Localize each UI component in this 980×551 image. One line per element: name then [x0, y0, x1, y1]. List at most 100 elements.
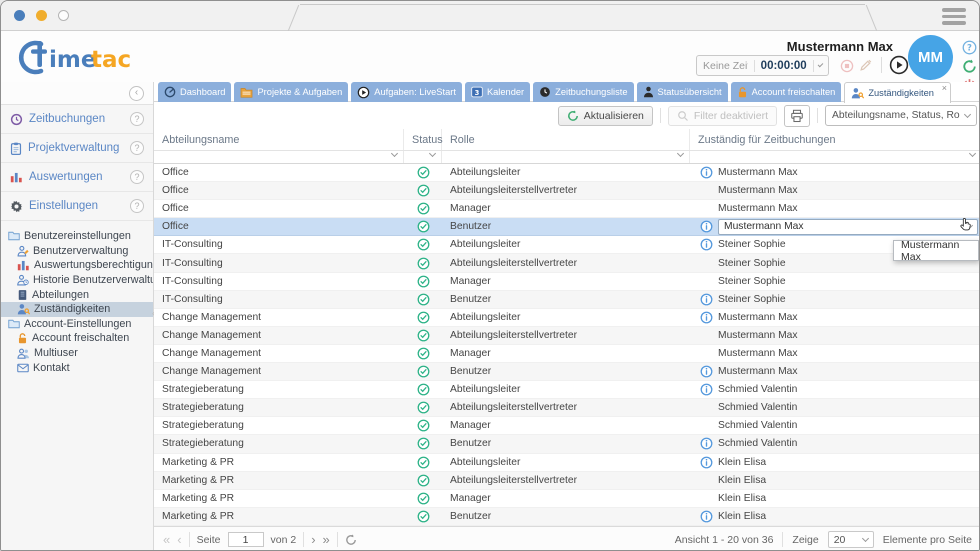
tree-item-auswertungsberechtigungen[interactable]: Auswertungsberechtigungen: [1, 258, 153, 273]
status-ok-icon: [417, 437, 430, 450]
refresh-button[interactable]: Aktualisieren: [558, 106, 653, 126]
responsible-dropdown-option[interactable]: Mustermann Max: [893, 240, 979, 261]
cell-rolle: Manager: [442, 420, 690, 431]
table-row[interactable]: StrategieberatungAbteilungsleiterSchmied…: [154, 381, 980, 399]
help-badge-icon[interactable]: ?: [130, 170, 144, 184]
column-header-zustaendig[interactable]: Zuständig für Zeitbuchungen: [690, 129, 980, 150]
tree-item-multiuser[interactable]: Multiuser: [1, 346, 153, 361]
page-size-select[interactable]: 20: [828, 531, 874, 548]
chevron-down-icon[interactable]: [818, 61, 824, 67]
cell-status: [404, 347, 442, 360]
filter-abteilungsname[interactable]: [154, 151, 404, 163]
browser-chrome: [1, 1, 979, 31]
table-row[interactable]: Change ManagementBenutzerMustermann Max: [154, 363, 980, 381]
table-row[interactable]: OfficeAbteilungsleiterMustermann Max: [154, 164, 980, 182]
cell-status: [404, 419, 442, 432]
cell-abteilungsname: Strategieberatung: [154, 402, 404, 413]
tree-item-historie-benutzerverwaltung[interactable]: Historie Benutzerverwaltung: [1, 273, 153, 288]
avatar[interactable]: MM: [908, 35, 953, 80]
column-search-combobox[interactable]: Abteilungsname, Status, Ro: [825, 105, 977, 126]
sidebar-item-auswertungen[interactable]: Auswertungen?: [1, 163, 153, 192]
table-row[interactable]: Change ManagementAbteilungsleiterstellve…: [154, 327, 980, 345]
table-row[interactable]: Marketing & PRAbteilungsleiterstellvertr…: [154, 472, 980, 490]
table-row[interactable]: IT-ConsultingAbteilungsleiterSteiner Sop…: [154, 236, 980, 254]
column-header-rolle[interactable]: Rolle: [442, 129, 690, 150]
tab-projekte-aufgaben[interactable]: Projekte & Aufgaben: [234, 82, 348, 102]
table-row[interactable]: Change ManagementAbteilungsleiterMusterm…: [154, 309, 980, 327]
tab-statusübersicht[interactable]: Statusübersicht: [637, 82, 728, 102]
tree-item-account-einstellungen[interactable]: Account-Einstellungen: [1, 317, 153, 332]
table-row[interactable]: StrategieberatungBenutzerSchmied Valenti…: [154, 435, 980, 453]
tree-item-label: Abteilungen: [32, 289, 89, 301]
prev-page-icon[interactable]: ‹: [177, 533, 181, 546]
tab-zuständigkeiten[interactable]: Zuständigkeiten×: [844, 82, 951, 103]
play-circle-icon: [357, 86, 370, 99]
responsible-name: Klein Elisa: [718, 493, 766, 504]
tab-dashboard[interactable]: Dashboard: [158, 82, 231, 102]
table-row[interactable]: OfficeManagerMustermann Max: [154, 200, 980, 218]
cell-rolle: Manager: [442, 203, 690, 214]
window-control-icon[interactable]: [58, 10, 69, 21]
table-row[interactable]: OfficeAbteilungsleiterstellvertreterMust…: [154, 182, 980, 200]
sidebar-item-einstellungen[interactable]: Einstellungen?: [1, 192, 153, 221]
refresh-table-icon[interactable]: [345, 534, 357, 546]
sidebar-item-projektverwaltung[interactable]: Projektverwaltung?: [1, 134, 153, 163]
help-badge-icon[interactable]: ?: [130, 112, 144, 126]
table-row[interactable]: OfficeBenutzerMustermann Max: [154, 218, 980, 236]
print-button[interactable]: [784, 105, 810, 127]
responsible-name: Steiner Sophie: [718, 239, 786, 250]
divider: [782, 532, 783, 547]
last-page-icon[interactable]: »: [323, 533, 330, 546]
tab-close-icon[interactable]: ×: [942, 83, 947, 93]
column-header-abteilungsname[interactable]: Abteilungsname: [154, 129, 404, 150]
time-tracking-widget[interactable]: Keine Zeitbuchung ... 00:00:00: [696, 55, 829, 76]
tree-item-benutzerverwaltung[interactable]: Benutzerverwaltung: [1, 244, 153, 259]
page-number-input[interactable]: [228, 532, 264, 547]
window-control-icon[interactable]: [36, 10, 47, 21]
table-row[interactable]: IT-ConsultingBenutzerSteiner Sophie: [154, 291, 980, 309]
column-header-status[interactable]: Status: [404, 129, 442, 150]
table-row[interactable]: Marketing & PRManagerKlein Elisa: [154, 490, 980, 508]
responsible-combobox[interactable]: Mustermann Max: [718, 219, 978, 235]
filter-zustaendig[interactable]: [690, 151, 980, 163]
tree-item-benutzereinstellungen[interactable]: Benutzereinstellungen: [1, 229, 153, 244]
play-button[interactable]: [889, 55, 909, 75]
cell-rolle: Benutzer: [442, 366, 690, 377]
next-page-icon[interactable]: ›: [311, 533, 315, 546]
cell-rolle: Abteilungsleiter: [442, 312, 690, 323]
tab-account-freischalten[interactable]: Account freischalten: [731, 82, 842, 102]
hamburger-menu-icon[interactable]: [942, 8, 966, 25]
refresh-button-label: Aktualisieren: [584, 110, 644, 122]
tree-item-account-freischalten[interactable]: Account freischalten: [1, 331, 153, 346]
table-row[interactable]: Change ManagementManagerMustermann Max: [154, 345, 980, 363]
status-ok-icon: [417, 166, 430, 179]
calendar-icon: 3: [471, 86, 483, 98]
tab-aufgaben-livestart[interactable]: Aufgaben: LiveStart: [351, 82, 462, 102]
table-row[interactable]: IT-ConsultingManagerSteiner Sophie: [154, 273, 980, 291]
help-badge-icon[interactable]: ?: [130, 199, 144, 213]
tree-item-zuständigkeiten[interactable]: Zuständigkeiten: [1, 302, 153, 317]
tab-kalender[interactable]: 3Kalender: [465, 82, 530, 102]
sidebar-item-zeitbuchungen[interactable]: Zeitbuchungen?: [1, 105, 153, 134]
table-row[interactable]: Marketing & PRAbteilungsleiterKlein Elis…: [154, 454, 980, 472]
reload-icon[interactable]: [962, 59, 977, 74]
table-row[interactable]: IT-ConsultingAbteilungsleiterstellvertre…: [154, 254, 980, 272]
tree-item-abteilungen[interactable]: Abteilungen: [1, 287, 153, 302]
tree-item-kontakt[interactable]: Kontakt: [1, 360, 153, 375]
status-ok-icon: [417, 474, 430, 487]
table-row[interactable]: Marketing & PRBenutzerKlein Elisa: [154, 508, 980, 526]
first-page-icon[interactable]: «: [163, 533, 170, 546]
tab-zeitbuchungsliste[interactable]: Zeitbuchungsliste: [533, 82, 633, 102]
cell-abteilungsname: Strategieberatung: [154, 420, 404, 431]
sidebar-collapse-button[interactable]: ‹: [129, 86, 144, 101]
window-control-icon[interactable]: [14, 10, 25, 21]
table-row[interactable]: StrategieberatungAbteilungsleiterstellve…: [154, 399, 980, 417]
cell-rolle: Manager: [442, 276, 690, 287]
help-badge-icon[interactable]: ?: [130, 141, 144, 155]
table-row[interactable]: StrategieberatungManagerSchmied Valentin: [154, 417, 980, 435]
app-header: ime tac Mustermann Max Keine Zeitbuchung…: [1, 31, 979, 82]
filter-status[interactable]: [404, 151, 442, 163]
filter-rolle[interactable]: [442, 151, 690, 163]
help-icon[interactable]: ?: [962, 40, 977, 55]
chevron-down-icon: [429, 150, 436, 157]
